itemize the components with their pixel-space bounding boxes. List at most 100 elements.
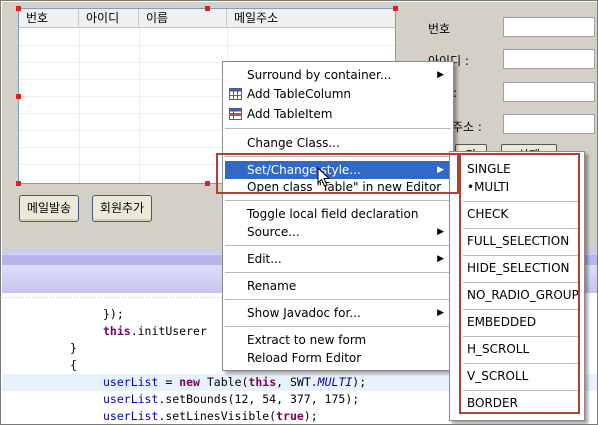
keyword-true: true	[276, 409, 304, 423]
column-header-email[interactable]: 메일주소	[227, 9, 395, 27]
screenshot-frame: 번호 아이디 : : 주소 : 가 삭제 번호 아이디 이름 메일주소	[0, 0, 598, 425]
menu-separator	[463, 390, 579, 391]
style-submenu: SINGLE •MULTI CHECK FULL_SELECTION HIDE_…	[449, 151, 585, 421]
menu-item-surround-by-container[interactable]: Surround by container... ▶	[225, 66, 451, 84]
menu-item-label: Change Class...	[247, 136, 340, 150]
field-userlist: userList	[103, 392, 159, 406]
menu-item-change-class[interactable]: Change Class...	[225, 134, 451, 152]
selection-handle[interactable]	[205, 181, 210, 186]
menu-item-label: Reload Form Editor	[247, 351, 362, 365]
column-header-name[interactable]: 이름	[139, 9, 227, 27]
submenu-arrow-icon: ▶	[437, 254, 444, 264]
submenu-arrow-icon: ▶	[437, 165, 444, 175]
menu-item-show-javadoc[interactable]: Show Javadoc for... ▶	[225, 304, 451, 322]
label-number: 번호	[428, 22, 451, 36]
submenu-arrow-icon: ▶	[437, 227, 444, 237]
menu-item-edit[interactable]: Edit... ▶	[225, 250, 451, 268]
selection-handle[interactable]	[393, 6, 398, 11]
folding-guide	[2, 297, 222, 298]
constant-multi: MULTI	[317, 375, 353, 389]
menu-item-add-tableitem[interactable]: Add TableItem	[225, 105, 451, 123]
selection-handle[interactable]	[205, 6, 210, 11]
menu-separator	[225, 245, 451, 246]
menu-item-toggle-local-field[interactable]: Toggle local field declaration	[225, 205, 451, 223]
menu-separator	[225, 200, 451, 201]
keyword-this: this	[103, 324, 131, 338]
menu-separator	[463, 228, 579, 229]
code-text: .initUserer	[130, 324, 207, 338]
menu-item-label: Edit...	[247, 252, 282, 266]
id-field[interactable]	[503, 49, 595, 69]
code-text: Table(	[199, 375, 249, 389]
menu-item-label: Toggle local field declaration	[247, 207, 419, 221]
code-text: {	[70, 358, 77, 372]
send-mail-button[interactable]: 메일발송	[19, 195, 79, 222]
selection-handle[interactable]	[16, 94, 21, 99]
grid-divider	[139, 28, 140, 183]
style-option-single[interactable]: SINGLE	[467, 160, 579, 178]
column-header-number[interactable]: 번호	[19, 9, 79, 27]
menu-item-label: Surround by container...	[247, 68, 392, 82]
code-text: =	[158, 375, 180, 389]
code-text: });	[103, 307, 124, 321]
menu-item-rename[interactable]: Rename	[225, 277, 451, 295]
code-text: );	[352, 375, 367, 389]
field-userlist: userList	[103, 375, 159, 389]
menu-separator	[225, 326, 451, 327]
number-field[interactable]	[503, 17, 595, 37]
menu-item-open-class[interactable]: Open class "Table" in new Editor	[225, 178, 451, 196]
menu-separator	[463, 309, 579, 310]
menu-item-label: Add TableColumn	[247, 87, 352, 101]
menu-item-label: Show Javadoc for...	[247, 306, 361, 320]
menu-separator	[225, 272, 451, 273]
code-text: .setLinesVisible(	[158, 409, 277, 423]
table-header: 번호 아이디 이름 메일주소	[19, 9, 395, 28]
grid-divider	[19, 45, 395, 46]
code-text: .setBounds(12, 54, 377, 175);	[158, 392, 360, 406]
menu-separator	[463, 363, 579, 364]
menu-separator	[463, 336, 579, 337]
style-option-multi[interactable]: •MULTI	[467, 178, 579, 196]
code-text: );	[303, 409, 318, 423]
submenu-arrow-icon: ▶	[437, 70, 444, 80]
style-option-full-selection[interactable]: FULL_SELECTION	[467, 232, 579, 250]
label-email: 주소 :	[452, 120, 482, 134]
menu-separator	[225, 128, 451, 129]
menu-item-add-tablecolumn[interactable]: Add TableColumn	[225, 85, 451, 103]
selection-handle[interactable]	[16, 181, 21, 186]
menu-separator	[463, 255, 579, 256]
menu-item-source[interactable]: Source... ▶	[225, 223, 451, 241]
style-option-hide-selection[interactable]: HIDE_SELECTION	[467, 259, 579, 277]
context-menu: Surround by container... ▶ Add TableColum…	[222, 61, 454, 371]
menu-separator	[463, 282, 579, 283]
menu-item-label: Open class "Table" in new Editor	[247, 180, 442, 194]
menu-item-set-change-style[interactable]: Set/Change style... ▶	[225, 161, 451, 179]
keyword-new: new	[179, 375, 200, 389]
menu-item-reload-form-editor[interactable]: Reload Form Editor	[225, 349, 451, 367]
menu-item-label: Extract to new form	[247, 333, 367, 347]
style-option-embedded[interactable]: EMBEDDED	[467, 313, 579, 331]
style-option-h-scroll[interactable]: H_SCROLL	[467, 340, 579, 358]
menu-item-label: Set/Change style...	[247, 163, 361, 177]
style-option-check[interactable]: CHECK	[467, 205, 579, 223]
menu-item-extract-to-form[interactable]: Extract to new form	[225, 331, 451, 349]
menu-separator	[225, 299, 451, 300]
add-member-button[interactable]: 회원추가	[92, 195, 152, 222]
field-userlist: userList	[103, 409, 159, 423]
menu-item-label: Rename	[247, 279, 297, 293]
grid-divider	[79, 28, 80, 183]
submenu-arrow-icon: ▶	[437, 308, 444, 318]
menu-item-label: Source...	[247, 225, 300, 239]
keyword-this: this	[248, 375, 277, 389]
table-column-icon	[229, 88, 242, 100]
selection-handle[interactable]	[16, 6, 21, 11]
style-option-no-radio-group[interactable]: NO_RADIO_GROUP	[467, 286, 579, 304]
column-header-id[interactable]: 아이디	[79, 9, 139, 27]
email-field[interactable]	[503, 114, 595, 134]
name-field[interactable]	[503, 82, 595, 102]
style-option-v-scroll[interactable]: V_SCROLL	[467, 367, 579, 385]
style-option-border[interactable]: BORDER	[467, 394, 579, 412]
table-item-icon	[229, 108, 242, 120]
mouse-pointer-icon	[317, 167, 331, 187]
code-text: , SWT.	[276, 375, 318, 389]
